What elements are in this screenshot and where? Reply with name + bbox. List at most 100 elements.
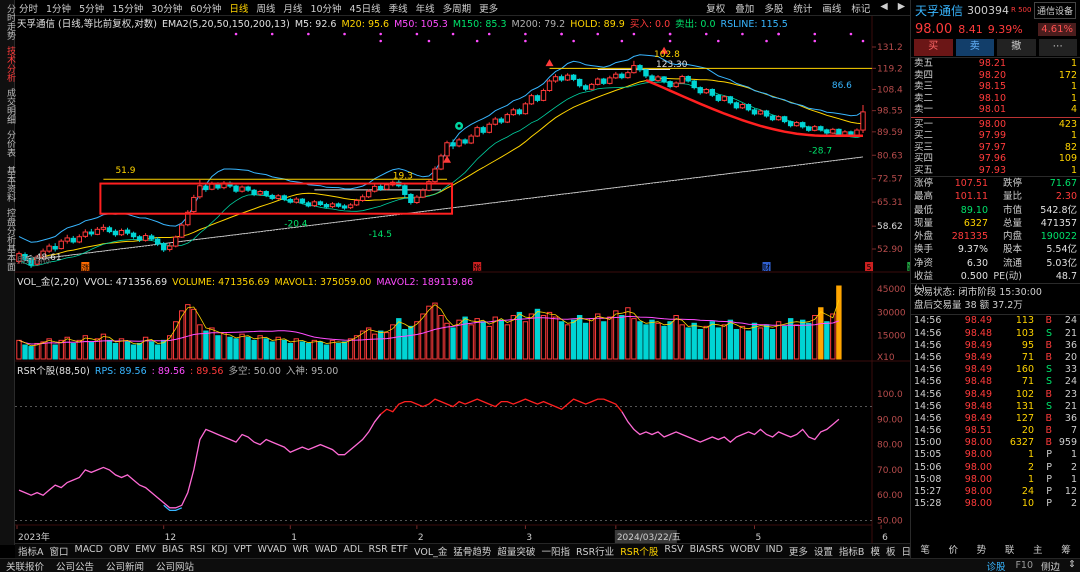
period-tab-8[interactable]: 月线 [279,1,306,15]
indicator-tab-10[interactable]: WR [290,544,312,558]
candle-body [661,76,667,83]
indicator-tab-1[interactable]: 窗口 [47,544,72,558]
tool-button-5[interactable]: 标记 [846,1,875,15]
tool-button-7[interactable]: ▶ [893,1,910,15]
status-button-1[interactable]: ⇕ [1064,559,1080,572]
tick-price: 98.49 [964,388,992,400]
cancel-order-button[interactable]: 撤 [997,39,1036,56]
tool-button-2[interactable]: 多股 [759,1,788,15]
indicator-tab-8[interactable]: VPT [231,544,255,558]
price-axis-label: 119.2 [877,64,903,74]
more-button[interactable]: ⋯ [1038,39,1077,56]
tick-time: 14:56 [914,315,942,327]
sidebar-tab-1[interactable]: 技术分析 [0,44,15,82]
period-tab-11[interactable]: 季线 [385,1,412,15]
status-link-3[interactable]: 公司网站 [150,559,200,572]
indicator-tab-14[interactable]: VOL_金 [411,544,450,558]
sidebar-tab-0[interactable]: 分时走势 [0,2,15,40]
panel-tab-3[interactable]: 联 [996,544,1024,558]
indicator-tab-11[interactable]: WAD [312,544,341,558]
sidebar-tab-6[interactable]: 基本面 [0,242,15,271]
indicator-tab-20[interactable]: RSV [661,544,686,558]
period-tab-0[interactable]: 分时 [15,1,42,15]
annotation-mid-low: -20.4 [284,220,308,230]
indicator-right-0[interactable]: 指标B [836,544,868,558]
sidebar-tab-2[interactable]: 成交明细 [0,86,15,124]
sidebar-tab-4[interactable]: 基本资料 [0,164,15,202]
indicator-tab-0[interactable]: 指标A [15,544,47,558]
sidebar-tab-5[interactable]: 控盘分析 [0,206,15,244]
tick-time: 14:56 [914,327,942,339]
volume-bar [239,333,245,360]
period-tab-2[interactable]: 5分钟 [75,1,108,15]
candle-body [733,102,740,109]
indicator-tab-2[interactable]: MACD [72,544,106,558]
sell-button[interactable]: 卖 [955,39,994,56]
period-tab-5[interactable]: 60分钟 [186,1,225,15]
main-legend-item-8: 买入: 0.0 [629,19,671,29]
volume-bar [806,322,812,360]
panel-tab-5[interactable]: 筹 [1052,544,1080,558]
tick-list[interactable]: 14:56 98.49 113 B 24 14:56 98.48 103 S 21 14:56 98.… [911,314,1080,510]
period-tab-9[interactable]: 10分钟 [306,1,345,15]
tool-button-1[interactable]: 叠加 [730,1,759,15]
ask-row-0-label: 卖五 [914,58,934,69]
indicator-tab-17[interactable]: 一阳指 [538,544,573,558]
indicator-tab-25[interactable]: 设置 [811,544,836,558]
indicator-right-1[interactable]: 模 [867,544,883,558]
period-tab-10[interactable]: 45日线 [346,1,385,15]
status-link-0[interactable]: 关联报价 [0,559,50,572]
tool-button-6[interactable]: ◀ [875,1,892,15]
status-link-2[interactable]: 公司新闻 [100,559,150,572]
tick-count: 24 [1064,315,1077,327]
stock-name[interactable]: 天孚通信 [915,2,963,19]
trade-status: 交易状态: 闭市阶段 15:30:00 [914,287,1042,299]
indicator-tab-9[interactable]: WVAD [255,544,290,558]
indicator-right-2[interactable]: 板 [883,544,899,558]
period-tab-13[interactable]: 多周期 [439,1,476,15]
indicator-tab-13[interactable]: RSR ETF [366,544,412,558]
indicator-tab-16[interactable]: 超量突破 [494,544,538,558]
tool-button-3[interactable]: 统计 [788,1,817,15]
buy-button[interactable]: 买 [914,39,953,56]
quote-value: 6327 [963,217,988,229]
indicator-tab-22[interactable]: WOBV [727,544,763,558]
volume-bar [76,339,82,360]
sidebar-tab-3[interactable]: 分价表 [0,128,15,157]
tool-button-0[interactable]: 复权 [701,1,730,15]
indicator-tab-12[interactable]: ADL [340,544,365,558]
panel-tab-0[interactable]: 笔 [911,544,939,558]
panel-tab-2[interactable]: 势 [967,544,995,558]
period-tab-7[interactable]: 周线 [252,1,279,15]
indicator-tab-19[interactable]: RSR个股 [617,544,661,558]
tick-price: 98.49 [964,412,992,424]
indicator-tab-21[interactable]: BIASRS [687,544,727,558]
period-tab-12[interactable]: 年线 [412,1,439,15]
tool-button-4[interactable]: 画线 [817,1,846,15]
indicator-tab-24[interactable]: 更多 [786,544,811,558]
indicator-tab-4[interactable]: EMV [132,544,159,558]
quote-value: 2.30 [1055,191,1077,203]
f10-key[interactable]: F10 [1011,560,1037,571]
industry-change-badge: 4.61% [1038,22,1076,36]
indicator-tab-18[interactable]: RSR行业 [573,544,617,558]
indicator-tab-15[interactable]: 猛骨趋势 [450,544,494,558]
annotation-mid-high: 19.3 [393,172,413,182]
period-tab-14[interactable]: 更多 [475,1,502,15]
indicator-tab-23[interactable]: IND [763,544,786,558]
date-axis-label: 2024/03/22/五 [617,533,681,543]
period-tab-4[interactable]: 30分钟 [147,1,186,15]
period-tab-6[interactable]: 日线 [225,1,252,15]
industry-button[interactable]: 通信设备 [1033,1,1076,19]
period-tab-3[interactable]: 15分钟 [108,1,147,15]
indicator-tab-5[interactable]: BIAS [159,544,187,558]
indicator-tab-3[interactable]: OBV [106,544,132,558]
panel-tab-4[interactable]: 主 [1024,544,1052,558]
period-tab-1[interactable]: 1分钟 [42,1,75,15]
status-link-1[interactable]: 公司公告 [50,559,100,572]
indicator-tab-7[interactable]: KDJ [208,544,230,558]
panel-tab-1[interactable]: 价 [939,544,967,558]
diagnose-link[interactable]: 诊股 [980,559,1011,572]
indicator-tab-6[interactable]: RSI [187,544,208,558]
status-button-0[interactable]: 侧边 [1037,559,1064,572]
